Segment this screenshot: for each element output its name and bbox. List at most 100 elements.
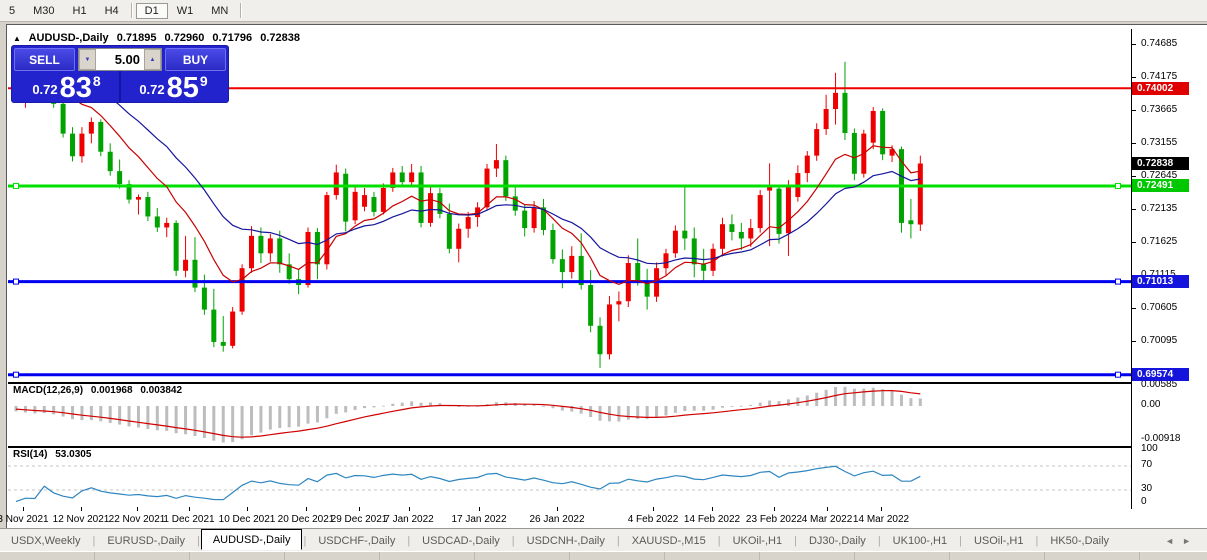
line-handle[interactable] <box>14 279 19 284</box>
candle-body <box>616 301 621 304</box>
candle-body <box>249 236 254 268</box>
macd-histogram-bar <box>193 406 196 436</box>
x-axis-tick <box>409 507 410 511</box>
candle-body <box>145 197 150 216</box>
candle-body <box>400 172 405 182</box>
tab-uk100-h1[interactable]: UK100-,H1 <box>882 532 958 550</box>
rsi-panel-canvas[interactable] <box>8 447 1132 509</box>
time-axis[interactable]: 3 Nov 202112 Nov 202122 Nov 20211 Dec 20… <box>8 507 1131 529</box>
tab-usdx-weekly[interactable]: USDX,Weekly <box>0 532 91 550</box>
macd-histogram-bar <box>627 406 630 420</box>
timeframe-button-d1[interactable]: D1 <box>136 3 168 19</box>
price-tag: 0.74002 <box>1132 82 1189 95</box>
macd-histogram-bar <box>796 398 799 406</box>
macd-histogram-bar <box>589 406 592 417</box>
timeframe-button-5[interactable]: 5 <box>0 3 24 19</box>
candle-body <box>108 152 113 171</box>
macd-histogram-bar <box>891 390 894 406</box>
tab-scroll-right-icon[interactable]: ► <box>1182 536 1199 546</box>
buy-price[interactable]: 0.72 85 9 <box>121 71 226 102</box>
candle-body <box>871 111 876 143</box>
macd-histogram-bar <box>391 404 394 406</box>
tab-ukoil-h1[interactable]: UKOil-,H1 <box>722 532 794 550</box>
candle-body <box>692 238 697 264</box>
chart-title: ▲ AUDUSD-,Daily 0.71895 0.72960 0.71796 … <box>13 32 305 44</box>
timeframe-button-h1[interactable]: H1 <box>64 3 96 19</box>
candle-body <box>824 109 829 129</box>
buy-button[interactable]: BUY <box>165 48 226 71</box>
candle-body <box>456 229 461 249</box>
sell-price[interactable]: 0.72 83 8 <box>14 71 121 102</box>
x-axis-label: 29 Dec 2021 <box>331 514 388 525</box>
line-handle[interactable] <box>14 372 19 377</box>
macd-histogram-bar <box>99 406 102 421</box>
candle-body <box>918 164 923 225</box>
rsi-axis-label: 70 <box>1141 459 1152 470</box>
macd-histogram-bar <box>156 406 159 430</box>
candle-body <box>306 232 311 285</box>
volume-decrease-icon[interactable]: ▼ <box>79 49 96 70</box>
tab-usdcad-daily[interactable]: USDCAD-,Daily <box>411 532 511 550</box>
tab-usdcnh-daily[interactable]: USDCNH-,Daily <box>516 532 616 550</box>
toolbar-separator <box>240 3 242 18</box>
macd-histogram-bar <box>768 401 771 406</box>
timeframe-button-h4[interactable]: H4 <box>96 3 128 19</box>
candle-body <box>268 238 273 253</box>
tab-xauusd-m15[interactable]: XAUUSD-,M15 <box>621 532 717 550</box>
tab-hk50-daily[interactable]: HK50-,Daily <box>1039 532 1120 550</box>
candle-body <box>258 236 263 253</box>
tab-dj30-daily[interactable]: DJ30-,Daily <box>798 532 877 550</box>
candle-body <box>485 169 490 208</box>
volume-input[interactable]: 5.00 <box>96 49 144 70</box>
candle-body <box>786 185 791 233</box>
macd-histogram-bar <box>278 406 281 428</box>
macd-histogram-bar <box>721 406 724 408</box>
macd-histogram-bar <box>674 406 677 413</box>
macd-histogram-bar <box>33 406 36 413</box>
rsi-line <box>16 466 920 501</box>
x-axis-tick <box>712 507 713 511</box>
macd-histogram-bar <box>853 389 856 406</box>
x-axis-tick <box>359 507 360 511</box>
y-axis-tick <box>1132 110 1136 111</box>
candle-body <box>748 228 753 238</box>
macd-title: MACD(12,26,9) 0.001968 0.003842 <box>13 385 187 396</box>
rsi-value: 53.0305 <box>55 449 91 460</box>
timeframe-button-w1[interactable]: W1 <box>168 3 203 19</box>
macd-histogram-bar <box>580 406 583 414</box>
timeframe-button-mn[interactable]: MN <box>202 3 237 19</box>
macd-histogram-bar <box>43 406 46 413</box>
quote-panel: SELL ▼ 5.00 ▲ BUY 0.72 83 8 0.72 85 9 <box>11 45 229 103</box>
tab-audusd-daily[interactable]: AUDUSD-,Daily <box>201 529 303 550</box>
macd-histogram-bar <box>325 406 328 418</box>
line-handle[interactable] <box>14 183 19 188</box>
line-handle[interactable] <box>1116 372 1121 377</box>
tab-eurusd-daily[interactable]: EURUSD-,Daily <box>96 532 196 550</box>
sell-button[interactable]: SELL <box>14 48 75 71</box>
x-axis-tick <box>774 507 775 511</box>
macd-label: MACD(12,26,9) <box>13 385 83 396</box>
candle-body <box>550 230 555 259</box>
macd-histogram-bar <box>551 406 554 408</box>
tab-usdchf-daily[interactable]: USDCHF-,Daily <box>307 532 406 550</box>
tab-scroll-left-icon[interactable]: ◄ <box>1165 536 1182 546</box>
x-axis-label: 3 Nov 2021 <box>0 514 49 525</box>
candle-body <box>842 93 847 133</box>
y-axis-label: 0.72135 <box>1141 203 1177 214</box>
macd-histogram-bar <box>401 403 404 406</box>
buy-price-pips: 85 <box>167 75 199 101</box>
candle-body <box>155 216 160 227</box>
price-axis[interactable]: 0.746850.741750.736650.731550.726450.721… <box>1132 29 1207 507</box>
line-handle[interactable] <box>1116 183 1121 188</box>
timeframe-button-m30[interactable]: M30 <box>24 3 63 19</box>
candle-body <box>805 156 810 173</box>
price-tag: 0.71013 <box>1132 275 1189 288</box>
candle-body <box>852 133 857 174</box>
macd-histogram-bar <box>599 406 602 421</box>
tab-usoil-h1[interactable]: USOil-,H1 <box>963 532 1035 550</box>
volume-increase-icon[interactable]: ▲ <box>144 49 161 70</box>
x-axis-tick <box>479 507 480 511</box>
x-axis-label: 7 Jan 2022 <box>384 514 434 525</box>
line-handle[interactable] <box>1116 279 1121 284</box>
candle-body <box>503 160 508 196</box>
